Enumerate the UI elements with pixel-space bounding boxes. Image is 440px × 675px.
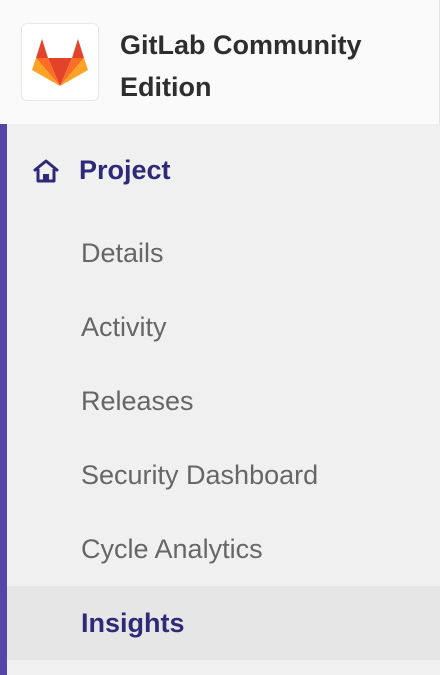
sidebar-header: GitLab Community Edition <box>0 0 440 124</box>
section-label: Project <box>79 155 171 185</box>
sidebar-section-project[interactable]: Project <box>7 124 440 216</box>
sidebar-item-insights[interactable]: Insights <box>7 586 440 660</box>
sidebar-nav: Project Details Activity Releases Securi… <box>0 124 440 675</box>
app-title[interactable]: GitLab Community Edition <box>120 24 420 108</box>
project-avatar[interactable] <box>21 23 99 101</box>
sidebar-item-releases[interactable]: Releases <box>7 364 440 438</box>
sidebar-item-cycle-analytics[interactable]: Cycle Analytics <box>7 512 440 586</box>
sidebar-item-activity[interactable]: Activity <box>7 290 440 364</box>
sidebar-item-security-dashboard[interactable]: Security Dashboard <box>7 438 440 512</box>
gitlab-tanuki-icon <box>32 39 88 86</box>
active-section-indicator <box>0 124 7 675</box>
sidebar-item-details[interactable]: Details <box>7 216 440 290</box>
home-icon <box>33 159 59 183</box>
